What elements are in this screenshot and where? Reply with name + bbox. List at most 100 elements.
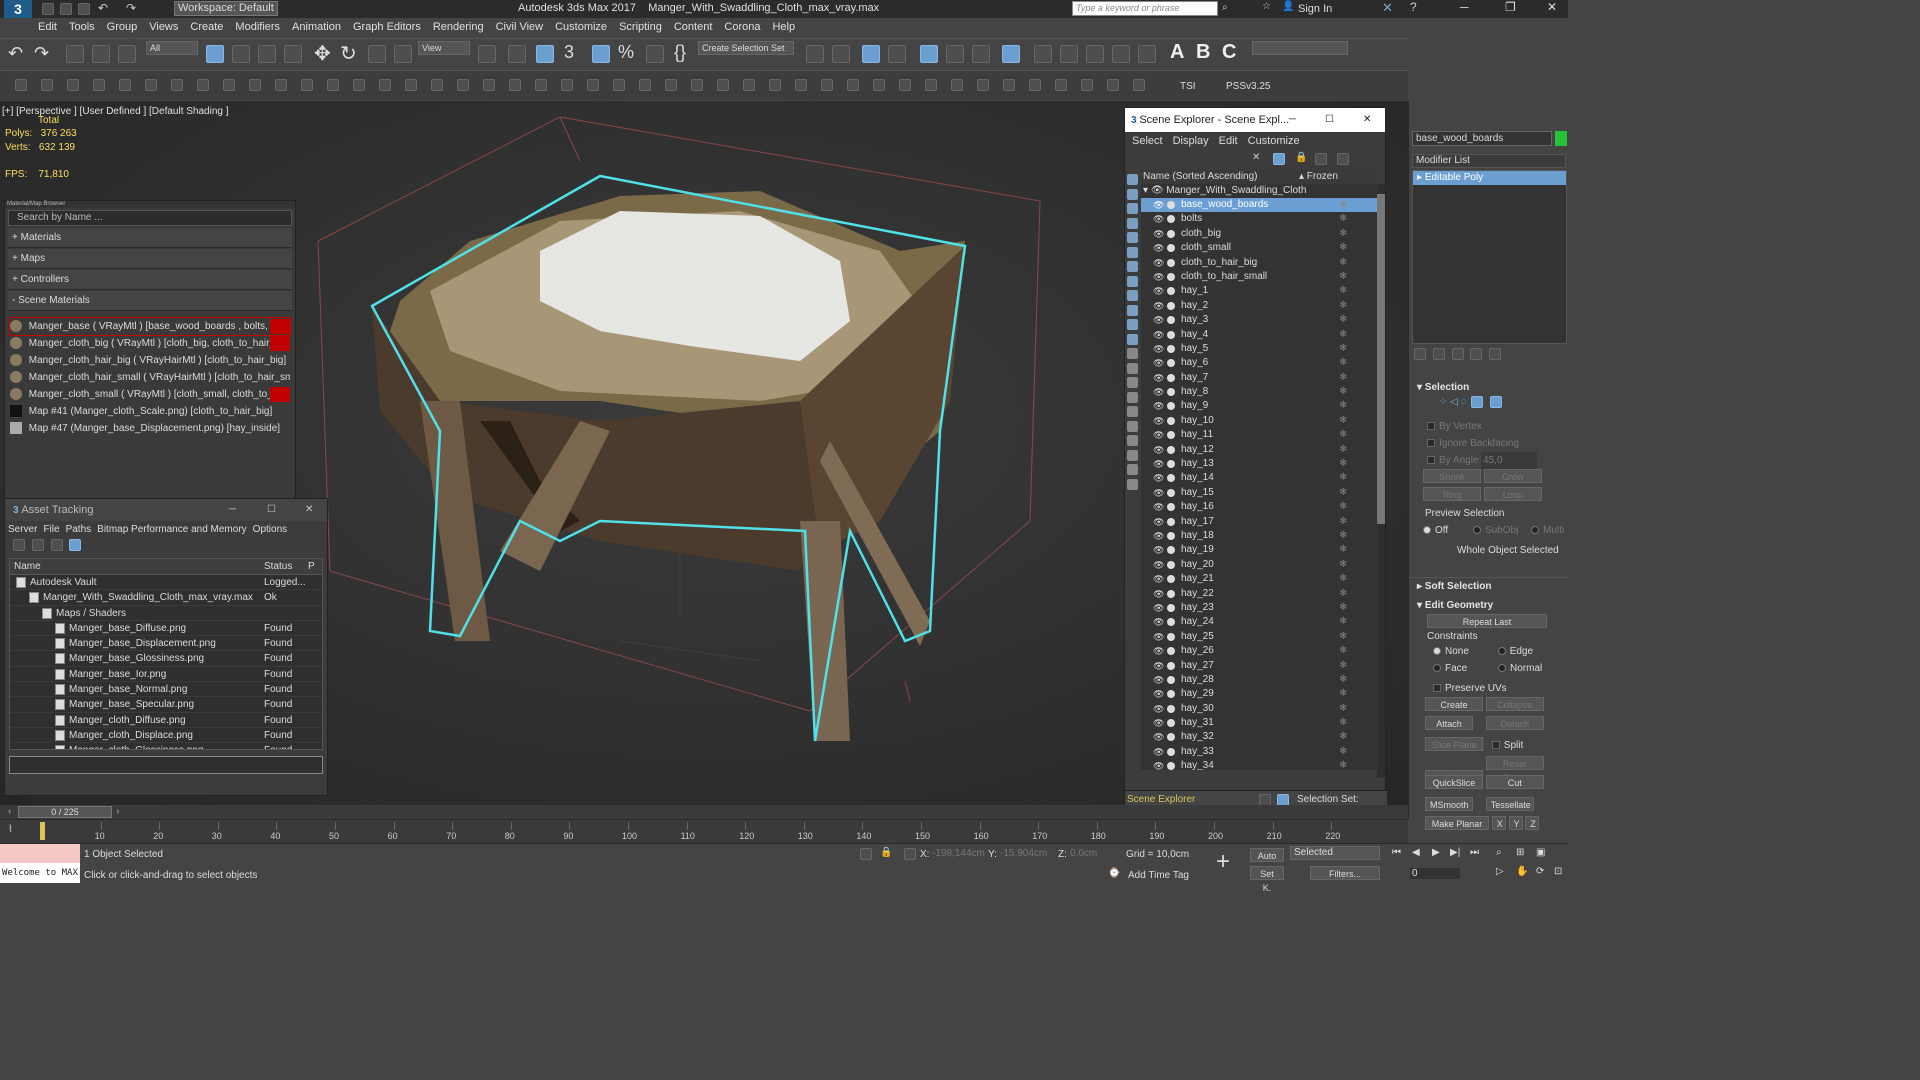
time-marker[interactable]: [40, 822, 45, 840]
visibility-eye-icon[interactable]: 👁: [1153, 198, 1164, 212]
create-button[interactable]: Create: [1425, 697, 1483, 711]
place-icon[interactable]: [394, 45, 412, 63]
frozen-icon[interactable]: ❄: [1339, 486, 1347, 500]
frozen-icon[interactable]: ❄: [1339, 212, 1347, 226]
render-dot-icon[interactable]: [1167, 258, 1175, 267]
asset-row[interactable]: Manger_cloth_Diffuse.png Found: [10, 713, 322, 728]
go-to-end-icon[interactable]: ⏭: [1470, 847, 1479, 858]
render-dot-icon[interactable]: [1167, 747, 1175, 756]
asset-col-p[interactable]: P: [308, 559, 315, 575]
frozen-icon[interactable]: ❄: [1339, 615, 1347, 629]
new-file-icon[interactable]: [42, 3, 54, 15]
toolbar2-icon-29[interactable]: [743, 79, 755, 91]
visibility-eye-icon[interactable]: 👁: [1153, 227, 1164, 241]
visibility-eye-icon[interactable]: 👁: [1153, 702, 1164, 716]
scene-item-hay-12[interactable]: 👁 hay_12 ❄: [1141, 443, 1377, 457]
detach-button[interactable]: Detach: [1485, 716, 1544, 730]
visibility-eye-icon[interactable]: 👁: [1153, 371, 1164, 385]
constraint-face-radio[interactable]: [1433, 664, 1441, 673]
scene-item-hay-23[interactable]: 👁 hay_23 ❄: [1141, 601, 1377, 615]
object-color-swatch[interactable]: [1555, 131, 1567, 146]
asset-close-icon[interactable]: ✕: [305, 499, 313, 521]
text-a-icon[interactable]: A: [1170, 41, 1184, 64]
make-unique-icon[interactable]: [1451, 348, 1464, 360]
toolbar2-icon-27[interactable]: [691, 79, 703, 91]
toolbar2-icon-12[interactable]: [301, 79, 313, 91]
unlink-icon[interactable]: [92, 45, 110, 63]
tsi-label[interactable]: TSI: [1180, 81, 1196, 92]
toolbar2-icon-26[interactable]: [665, 79, 677, 91]
scene-filter-icon-10[interactable]: [1127, 304, 1138, 316]
frozen-icon[interactable]: ❄: [1339, 270, 1347, 284]
asset-col-status[interactable]: Status: [264, 559, 292, 575]
vertex-icon[interactable]: ⁘: [1439, 397, 1447, 408]
region-select-icon[interactable]: [258, 45, 276, 63]
visibility-eye-icon[interactable]: 👁: [1153, 328, 1164, 342]
frozen-icon[interactable]: ❄: [1339, 443, 1347, 457]
zoom-extents-icon[interactable]: ▣: [1536, 847, 1545, 858]
render-dot-icon[interactable]: [1167, 531, 1175, 540]
toolbar2-icon-5[interactable]: [119, 79, 131, 91]
toolbar2-icon-35[interactable]: [899, 79, 911, 91]
visibility-eye-icon[interactable]: 👁: [1153, 342, 1164, 356]
asset-menu-server[interactable]: Server: [8, 524, 37, 535]
material-editor-icon[interactable]: [1002, 45, 1020, 63]
visibility-eye-icon[interactable]: 👁: [1153, 759, 1164, 770]
toolbar2-icon-24[interactable]: [613, 79, 625, 91]
toolbar2-icon-43[interactable]: [1107, 79, 1119, 91]
scene-item-hay-22[interactable]: 👁 hay_22 ❄: [1141, 587, 1377, 601]
render-dot-icon[interactable]: [1167, 503, 1175, 512]
asset-menu-file[interactable]: File: [43, 524, 59, 535]
menu-animation[interactable]: Animation: [286, 18, 347, 36]
scene-item-hay-27[interactable]: 👁 hay_27 ❄: [1141, 659, 1377, 673]
frozen-icon[interactable]: ❄: [1339, 515, 1347, 529]
scene-filter-icon-13[interactable]: [1127, 348, 1138, 359]
slice-plane-button[interactable]: Slice Plane: [1425, 737, 1483, 751]
undo-icon[interactable]: ↶: [8, 43, 23, 64]
zoom-all-icon[interactable]: ⊞: [1516, 847, 1524, 858]
scene-explorer-icon[interactable]: [920, 45, 938, 63]
z-field[interactable]: 0,0cm: [1070, 848, 1118, 859]
reset-plane-button[interactable]: Reset Plane: [1485, 756, 1544, 783]
visibility-eye-icon[interactable]: 👁: [1153, 543, 1164, 557]
material-group-maps[interactable]: + Maps: [8, 249, 292, 269]
render-dot-icon[interactable]: [1167, 546, 1175, 555]
scene-item-bolts[interactable]: 👁 bolts ❄: [1141, 212, 1377, 226]
render-dot-icon[interactable]: [1167, 445, 1175, 454]
visibility-eye-icon[interactable]: 👁: [1153, 284, 1164, 298]
maxscript-listener[interactable]: Welcome to MAX: [0, 844, 80, 883]
frozen-icon[interactable]: ❄: [1339, 428, 1347, 442]
scene-filter-icon-16[interactable]: [1127, 391, 1138, 403]
scene-filter-icon-14[interactable]: [1127, 362, 1138, 374]
visibility-eye-icon[interactable]: 👁: [1153, 730, 1164, 744]
scene-item-hay-21[interactable]: 👁 hay_21 ❄: [1141, 572, 1377, 586]
frozen-icon[interactable]: ❄: [1339, 198, 1347, 212]
toolbar2-icon-13[interactable]: [327, 79, 339, 91]
toolbar2-icon-9[interactable]: [223, 79, 235, 91]
render-dot-icon[interactable]: [1167, 359, 1175, 368]
scene-item-hay-6[interactable]: 👁 hay_6 ❄: [1141, 356, 1377, 370]
tessellate-button[interactable]: Tessellate: [1485, 797, 1534, 811]
scene-item-hay-29[interactable]: 👁 hay_29 ❄: [1141, 687, 1377, 701]
scene-item-base-wood-boards[interactable]: 👁 base_wood_boards ❄: [1141, 198, 1377, 213]
render-dot-icon[interactable]: [1167, 244, 1175, 253]
scene-item-hay-28[interactable]: 👁 hay_28 ❄: [1141, 673, 1377, 687]
toolbar2-icon-8[interactable]: [197, 79, 209, 91]
by-angle-option[interactable]: By Angle: 45,0: [1409, 452, 1568, 469]
frozen-icon[interactable]: ❄: [1339, 529, 1347, 543]
asset-menu-bitmap-performance-and-memory[interactable]: Bitmap Performance and Memory: [97, 524, 247, 535]
angle-snap-icon[interactable]: [592, 45, 610, 63]
frozen-icon[interactable]: ❄: [1339, 500, 1347, 514]
frozen-icon[interactable]: ❄: [1339, 371, 1347, 385]
pss-label[interactable]: PSSv3.25: [1226, 81, 1270, 92]
render-dot-icon[interactable]: [1167, 416, 1175, 425]
visibility-eye-icon[interactable]: 👁: [1153, 270, 1164, 284]
visibility-eye-icon[interactable]: 👁: [1153, 457, 1164, 471]
visibility-eye-icon[interactable]: 👁: [1153, 587, 1164, 601]
scene-material-item[interactable]: Manger_cloth_hair_small ( VRayHairMtl ) …: [10, 369, 290, 386]
snap-3d-icon[interactable]: 3: [564, 42, 574, 63]
lock-icon[interactable]: 🔒: [1295, 152, 1307, 163]
binoculars-icon[interactable]: ⌕: [1222, 2, 1228, 13]
render-dot-icon[interactable]: [1167, 603, 1175, 612]
workspace-dropdown[interactable]: Workspace: Default: [174, 1, 278, 16]
